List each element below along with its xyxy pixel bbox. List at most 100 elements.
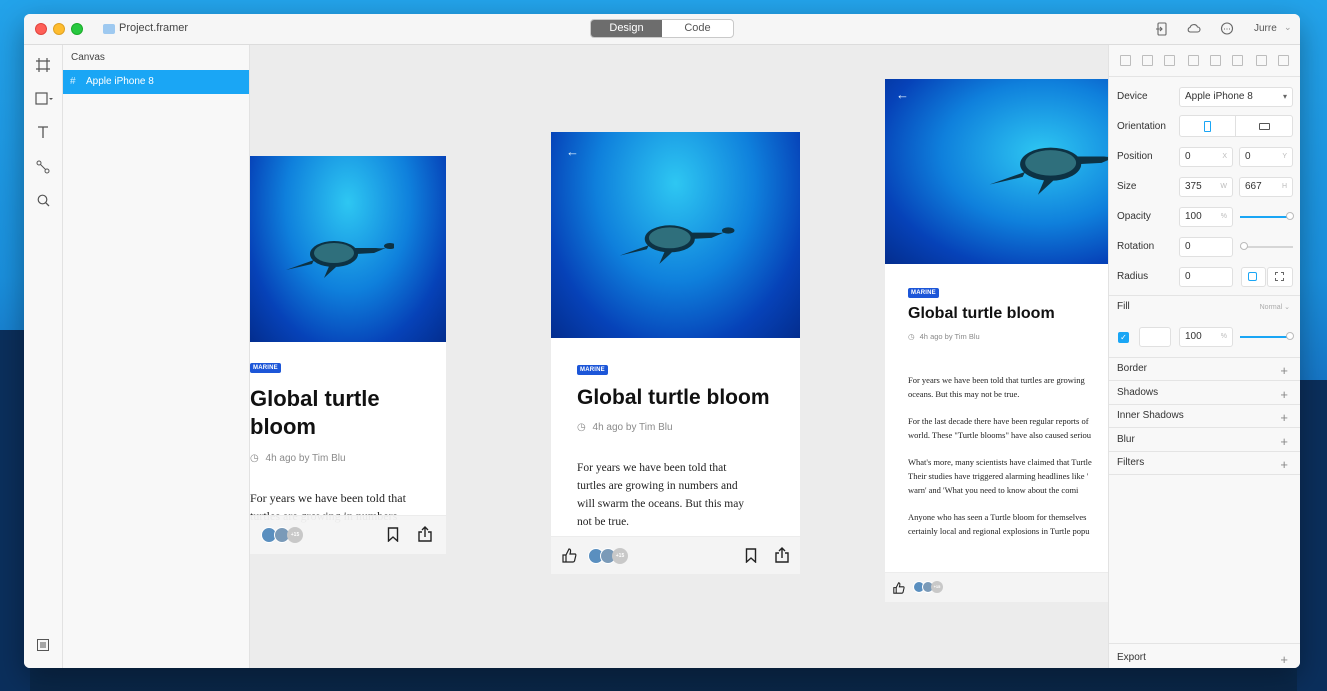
shape-tool-icon[interactable] bbox=[35, 92, 53, 108]
paragraph: For the last decade there have been regu… bbox=[908, 414, 1092, 442]
thumbs-up-icon[interactable] bbox=[562, 548, 577, 568]
fill-blend-mode[interactable]: Normal ⌄ bbox=[1260, 303, 1290, 311]
width-value: 375 bbox=[1185, 181, 1202, 192]
landscape-icon bbox=[1259, 123, 1270, 130]
search-icon[interactable] bbox=[35, 194, 51, 210]
user-menu[interactable]: Jurre bbox=[1254, 23, 1277, 34]
hero-image bbox=[250, 156, 446, 342]
position-y-input[interactable]: 0 Y bbox=[1239, 147, 1293, 167]
bottom-bar: +15 bbox=[250, 515, 446, 554]
distribute-h-icon[interactable] bbox=[1256, 55, 1267, 66]
radius-input[interactable]: 0 bbox=[1179, 267, 1233, 287]
fill-color-swatch[interactable] bbox=[1139, 327, 1171, 347]
height-input[interactable]: 667 H bbox=[1239, 177, 1293, 197]
section-shadows[interactable]: Shadows bbox=[1117, 387, 1158, 398]
fill-opacity-slider[interactable] bbox=[1240, 336, 1290, 338]
align-top-icon[interactable] bbox=[1188, 55, 1199, 66]
app-window: Project.framer Design Code Jurre ⌄ Canva… bbox=[24, 14, 1300, 668]
comment-icon[interactable] bbox=[1220, 22, 1234, 36]
align-center-h-icon[interactable] bbox=[1142, 55, 1153, 66]
portrait-button[interactable] bbox=[1179, 115, 1236, 137]
add-inner-shadow-icon[interactable]: + bbox=[1280, 411, 1288, 424]
distribute-v-icon[interactable] bbox=[1278, 55, 1289, 66]
article-body: For years we have been told that turtles… bbox=[908, 373, 1092, 538]
opacity-input[interactable]: 100 % bbox=[1179, 207, 1233, 227]
body-line: Anyone who has seen a Turtle bloom for t… bbox=[908, 512, 1087, 522]
artboard-frame-2[interactable]: ← MARINE Global turtle bloom ◷ 4h ago by… bbox=[551, 132, 800, 574]
opacity-slider[interactable] bbox=[1240, 216, 1290, 218]
artboard-frame-1[interactable]: MARINE Global turtle bloom ◷ 4h ago by T… bbox=[250, 156, 446, 554]
fill-opacity-input[interactable]: 100 % bbox=[1179, 327, 1233, 347]
fill-enabled-checkbox[interactable]: ✓ bbox=[1118, 332, 1129, 343]
align-right-icon[interactable] bbox=[1164, 55, 1175, 66]
add-shadow-icon[interactable]: + bbox=[1280, 388, 1288, 401]
fill-opacity-slider-knob[interactable] bbox=[1286, 332, 1294, 340]
align-bottom-icon[interactable] bbox=[1232, 55, 1243, 66]
meta-text: 4h ago by Tim Blu bbox=[592, 422, 673, 433]
maximize-window-button[interactable] bbox=[71, 23, 83, 35]
percent-suffix: % bbox=[1220, 333, 1227, 340]
align-center-v-icon[interactable] bbox=[1210, 55, 1221, 66]
close-window-button[interactable] bbox=[35, 23, 47, 35]
section-inner-shadows[interactable]: Inner Shadows bbox=[1117, 410, 1184, 421]
add-blur-icon[interactable]: + bbox=[1280, 435, 1288, 448]
rotation-label: Rotation bbox=[1117, 241, 1155, 252]
layers-toggle-icon[interactable] bbox=[35, 639, 51, 655]
bottom-bar: +15 bbox=[551, 536, 800, 574]
opacity-label: Opacity bbox=[1117, 211, 1151, 222]
back-arrow-icon[interactable]: ← bbox=[566, 144, 579, 159]
align-left-icon[interactable] bbox=[1120, 55, 1131, 66]
back-arrow-icon[interactable]: ← bbox=[896, 87, 909, 102]
mode-switcher: Design Code bbox=[590, 19, 734, 38]
add-export-icon[interactable]: + bbox=[1280, 653, 1288, 666]
share-icon[interactable] bbox=[775, 547, 789, 568]
artboard-frame-3[interactable]: ← MARINE Global turtle bloom ◷ 4h ago by… bbox=[885, 79, 1108, 602]
rotation-input[interactable]: 0 bbox=[1179, 237, 1233, 257]
thumbs-up-icon[interactable] bbox=[893, 581, 905, 599]
preview-icon[interactable] bbox=[1155, 22, 1169, 36]
width-input[interactable]: 375 W bbox=[1179, 177, 1233, 197]
layer-apple-iphone-8[interactable]: # Apple iPhone 8 bbox=[63, 70, 249, 94]
bookmark-icon[interactable] bbox=[745, 548, 757, 568]
rotation-value: 0 bbox=[1185, 241, 1191, 252]
bookmark-icon[interactable] bbox=[387, 527, 399, 547]
frame-icon: # bbox=[70, 76, 76, 87]
fill-opacity-value: 100 bbox=[1185, 331, 1202, 342]
layers-panel: Canvas # Apple iPhone 8 bbox=[63, 45, 250, 668]
radius-individual-icon bbox=[1275, 272, 1284, 281]
avatar-count: +15 bbox=[612, 548, 628, 564]
canvas[interactable]: MARINE Global turtle bloom ◷ 4h ago by T… bbox=[250, 45, 1108, 668]
divider bbox=[1109, 451, 1300, 452]
avatar-count: +15 bbox=[931, 581, 943, 593]
chevron-down-icon[interactable]: ⌄ bbox=[1284, 22, 1292, 33]
opacity-slider-knob[interactable] bbox=[1286, 212, 1294, 220]
body-line: world. These "Turtle blooms" have also c… bbox=[908, 430, 1092, 440]
bottom-bar: +15 bbox=[885, 572, 1108, 602]
frame-tool-icon[interactable] bbox=[35, 58, 51, 74]
section-blur[interactable]: Blur bbox=[1117, 434, 1135, 445]
category-tag: MARINE bbox=[908, 288, 939, 298]
percent-suffix: % bbox=[1220, 213, 1227, 220]
device-select[interactable]: Apple iPhone 8 ▾ bbox=[1179, 87, 1293, 107]
radius-all-button[interactable] bbox=[1241, 267, 1266, 287]
section-filters[interactable]: Filters bbox=[1117, 457, 1144, 468]
section-export[interactable]: Export bbox=[1117, 652, 1146, 663]
minimize-window-button[interactable] bbox=[53, 23, 65, 35]
add-filter-icon[interactable]: + bbox=[1280, 458, 1288, 471]
cloud-icon[interactable] bbox=[1186, 22, 1201, 36]
opacity-value: 100 bbox=[1185, 211, 1202, 222]
radius-individual-button[interactable] bbox=[1267, 267, 1293, 287]
headline-line-1: Global turtle bbox=[250, 386, 380, 411]
share-icon[interactable] bbox=[418, 526, 432, 547]
position-x-input[interactable]: 0 X bbox=[1179, 147, 1233, 167]
rotation-slider-knob[interactable] bbox=[1240, 242, 1248, 250]
path-tool-icon[interactable] bbox=[35, 160, 51, 176]
tab-code[interactable]: Code bbox=[662, 20, 733, 37]
section-border[interactable]: Border bbox=[1117, 363, 1147, 374]
position-y-value: 0 bbox=[1245, 151, 1251, 162]
text-tool-icon[interactable] bbox=[35, 126, 51, 142]
add-border-icon[interactable]: + bbox=[1280, 364, 1288, 377]
landscape-button[interactable] bbox=[1235, 115, 1293, 137]
tab-design[interactable]: Design bbox=[591, 20, 662, 37]
body-line: For years we have been told that bbox=[577, 462, 727, 474]
